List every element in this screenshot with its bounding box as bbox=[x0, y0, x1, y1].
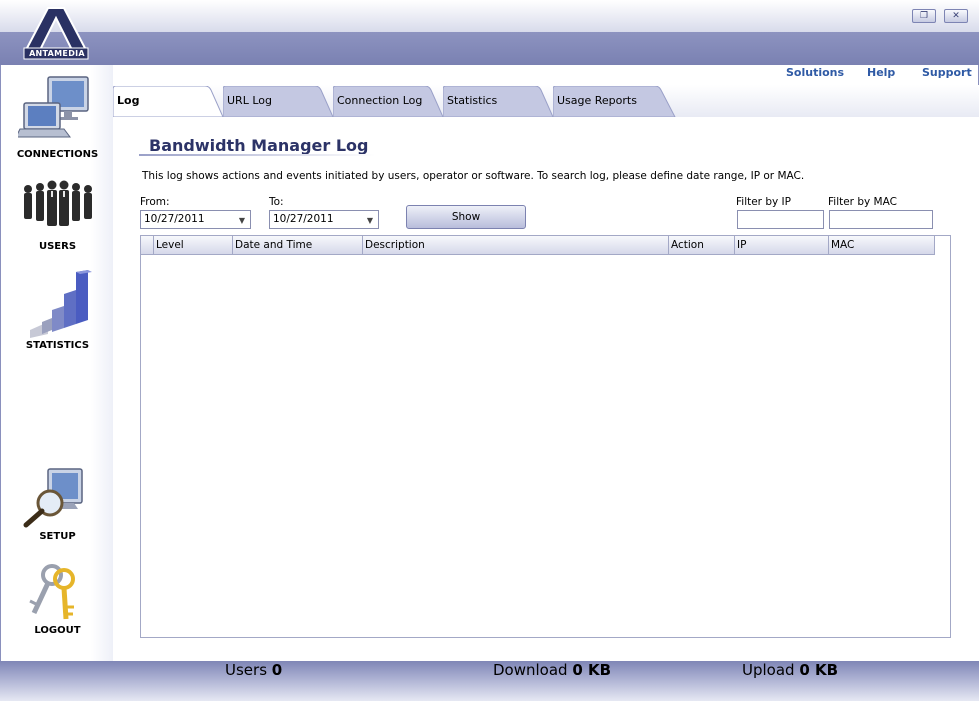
column-header-description[interactable]: Description bbox=[363, 236, 669, 255]
solutions-link[interactable]: Solutions bbox=[786, 66, 844, 79]
row-selector-header bbox=[141, 236, 154, 255]
restore-button[interactable]: ❐ bbox=[912, 9, 936, 23]
show-button[interactable]: Show bbox=[406, 205, 526, 229]
grid-header: Level Date and Time Description Action I… bbox=[141, 236, 935, 255]
filter-ip-input[interactable] bbox=[737, 210, 824, 229]
people-icon bbox=[23, 180, 92, 226]
column-header-mac[interactable]: MAC bbox=[829, 236, 935, 255]
download-stat: Download 0 KB bbox=[493, 661, 611, 679]
status-bar: Users 0 Download 0 KB Upload 0 KB bbox=[0, 661, 979, 701]
from-date-picker[interactable]: 10/27/2011 ▼ bbox=[140, 210, 251, 229]
tab-label: Statistics bbox=[447, 94, 498, 107]
log-grid[interactable]: Level Date and Time Description Action I… bbox=[140, 235, 951, 638]
to-date-value: 10/27/2011 bbox=[273, 213, 334, 225]
users-label: Users bbox=[225, 661, 268, 679]
users-value: 0 bbox=[271, 661, 283, 679]
filter-mac-input[interactable] bbox=[829, 210, 933, 229]
to-date-picker[interactable]: 10/27/2011 ▼ bbox=[269, 210, 379, 229]
chevron-down-icon[interactable]: ▼ bbox=[239, 216, 245, 225]
tab-usage-reports[interactable]: Usage Reports bbox=[553, 86, 676, 117]
sidebar-item-label: SETUP bbox=[39, 531, 76, 542]
tab-label: Log bbox=[117, 94, 140, 107]
sidebar-item-label: USERS bbox=[38, 241, 77, 252]
tab-label: Connection Log bbox=[337, 94, 423, 107]
logo-text: ANTAMEDIA bbox=[29, 49, 85, 58]
sidebar-item-label: STATISTICS bbox=[25, 340, 90, 351]
filter-ip-label: Filter by IP bbox=[736, 196, 791, 208]
tab-url-log[interactable]: URL Log bbox=[223, 86, 334, 117]
column-header-ip[interactable]: IP bbox=[735, 236, 829, 255]
title-bar-band bbox=[0, 32, 979, 65]
magnifier-icon bbox=[23, 468, 83, 528]
tab-statistics[interactable]: Statistics bbox=[443, 86, 554, 117]
sidebar-item-connections[interactable]: CONNECTIONS bbox=[1, 75, 114, 160]
help-link[interactable]: Help bbox=[867, 66, 895, 79]
tab-label: URL Log bbox=[227, 94, 272, 107]
keys-icon bbox=[28, 564, 75, 620]
sidebar-item-label: CONNECTIONS bbox=[16, 149, 99, 160]
to-label: To: bbox=[269, 196, 284, 208]
filter-mac-label: Filter by MAC bbox=[828, 196, 897, 208]
column-header-level[interactable]: Level bbox=[154, 236, 233, 255]
column-header-action[interactable]: Action bbox=[669, 236, 735, 255]
sidebar-item-users[interactable]: USERS bbox=[1, 179, 114, 252]
bar-chart-icon bbox=[29, 270, 92, 338]
chevron-down-icon[interactable]: ▼ bbox=[367, 216, 373, 225]
from-label: From: bbox=[140, 196, 170, 208]
sidebar-item-setup[interactable]: SETUP bbox=[1, 467, 114, 542]
upload-stat: Upload 0 KB bbox=[742, 661, 838, 679]
download-label: Download bbox=[493, 661, 568, 679]
title-bar: ANTAMEDIA ❐ ✕ bbox=[0, 0, 979, 65]
title-bar-top bbox=[0, 0, 979, 32]
close-button[interactable]: ✕ bbox=[944, 9, 968, 23]
users-stat: Users 0 bbox=[225, 661, 282, 679]
tab-log[interactable]: Log bbox=[113, 86, 224, 117]
tab-connection-log[interactable]: Connection Log bbox=[333, 86, 444, 117]
sidebar-item-label: LOGOUT bbox=[34, 625, 81, 636]
download-value: 0 KB bbox=[572, 661, 612, 679]
tab-label: Usage Reports bbox=[557, 94, 637, 107]
upload-label: Upload bbox=[742, 661, 795, 679]
sidebar-item-statistics[interactable]: STATISTICS bbox=[1, 270, 114, 351]
sidebar-item-logout[interactable]: LOGOUT bbox=[1, 563, 114, 636]
title-underline bbox=[139, 154, 375, 156]
column-header-date-time[interactable]: Date and Time bbox=[233, 236, 363, 255]
main-panel: Solutions Help Support Log URL Log Conne… bbox=[113, 65, 979, 661]
page-title: Bandwidth Manager Log bbox=[149, 136, 369, 155]
sidebar: CONNECTIONS USERS STATISTICS SETUP LOGOU… bbox=[0, 65, 113, 661]
upload-value: 0 KB bbox=[799, 661, 839, 679]
support-link[interactable]: Support bbox=[922, 66, 972, 79]
page-description: This log shows actions and events initia… bbox=[142, 170, 805, 182]
log-content: Bandwidth Manager Log This log shows act… bbox=[113, 117, 979, 661]
computer-icon bbox=[17, 76, 89, 138]
from-date-value: 10/27/2011 bbox=[144, 213, 205, 225]
